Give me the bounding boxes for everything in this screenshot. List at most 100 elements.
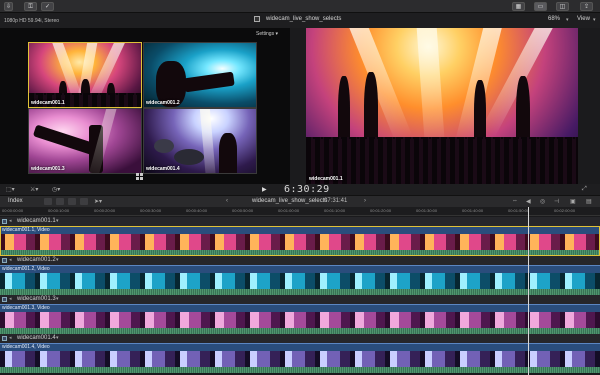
ruler-tick: 00:00:20:00 (94, 208, 116, 213)
key-icon: ⚿ (28, 3, 33, 10)
audio-waveform (0, 367, 600, 373)
main-viewer-label: widecam001.1 (309, 176, 343, 182)
video-clip[interactable]: widecam001.1, Video (0, 226, 600, 256)
inspector-layout-button[interactable]: ◫ (556, 2, 569, 11)
done-button[interactable]: ✓ (41, 2, 54, 11)
track-header[interactable]: ◂ widecam001.2 ▾ (0, 256, 600, 265)
index-button[interactable]: Index (8, 198, 23, 204)
video-clip[interactable]: widecam001.3, Video (0, 304, 600, 334)
timeline-ruler[interactable]: 00:00:00:00 00:00:10:00 00:00:20:00 00:0… (0, 207, 600, 216)
import-button[interactable]: ⇩ (4, 2, 13, 11)
track-header[interactable]: ◂ widecam001.4 ▾ (0, 334, 600, 343)
clip-name: widecam001.1, Video (2, 227, 50, 233)
ruler-tick: 00:01:20:00 (370, 208, 392, 213)
toolbar: ⇩ ⚿ ✓ ▦ ▭ ◫ ⇪ (0, 0, 600, 13)
track-enable-checkbox[interactable] (2, 258, 7, 263)
enhance-icon[interactable]: ⚔▾ (30, 186, 38, 193)
overwrite-clip-button[interactable] (80, 198, 88, 205)
angle-4[interactable]: widecam001.4 (143, 108, 257, 174)
play-icon[interactable]: ▶ (262, 186, 267, 193)
chevron-down-icon[interactable]: ▾ (56, 296, 59, 302)
share-icon: ⇪ (583, 3, 590, 10)
ruler-tick: 00:00:00:00 (2, 208, 24, 213)
angle-3[interactable]: widecam001.3 (28, 108, 142, 174)
angle-2[interactable]: widecam001.2 (143, 42, 257, 108)
zoom-chevron-down-icon[interactable]: ▾ (566, 17, 569, 23)
check-icon: ✓ (44, 3, 51, 10)
timecode-display[interactable]: 6:30:29 (284, 184, 330, 195)
clapper-icon (254, 16, 260, 22)
angle-1-label: widecam001.1 (31, 100, 65, 106)
viewer-layout-button[interactable]: ▭ (534, 2, 547, 11)
clip-filmstrip (0, 351, 600, 367)
forward-chevron-icon[interactable]: › (364, 198, 366, 204)
view-chevron-down-icon[interactable]: ▾ (593, 17, 596, 23)
clip-filmstrip (0, 273, 600, 289)
ruler-tick: 00:00:10:00 (48, 208, 70, 213)
angle-settings-menu[interactable]: Settings ▾ (256, 31, 278, 37)
share-button[interactable]: ⇪ (580, 2, 593, 11)
keyword-button[interactable]: ⚿ (24, 2, 37, 11)
zoom-menu[interactable]: 68% (548, 16, 560, 22)
track-name: widecam001.4 (17, 335, 56, 341)
angle-4-image (144, 109, 256, 173)
angle-2-image (144, 43, 256, 107)
angle-4-label: widecam001.4 (146, 166, 180, 172)
back-chevron-icon[interactable]: ‹ (226, 198, 228, 204)
viewer-right-margin (578, 28, 600, 184)
angle-2-label: widecam001.2 (146, 100, 180, 106)
insert-clip-button[interactable] (56, 198, 64, 205)
track-name: widecam001.3 (17, 296, 56, 302)
ruler-tick: 00:01:50:00 (508, 208, 530, 213)
effects-browser-icon[interactable]: ▤ (586, 198, 592, 205)
select-tool-icon[interactable]: ➤▾ (94, 198, 102, 205)
skimming-icon[interactable]: ⇔ (512, 198, 518, 204)
append-clip-button[interactable] (68, 198, 76, 205)
ruler-tick: 00:01:10:00 (324, 208, 346, 213)
fullscreen-icon[interactable]: ⤢ (582, 186, 587, 193)
viewer-header: 1080p HD 59.94i, Stereo widecam_live_sho… (0, 13, 600, 28)
viewer-divider (290, 28, 306, 184)
track-enable-checkbox[interactable] (2, 219, 7, 224)
speaker-icon[interactable]: ◂ (9, 296, 12, 302)
format-label: 1080p HD 59.94i, Stereo (4, 18, 60, 24)
angle-viewer: Settings ▾ widecam001.1 widecam001.2 wid… (0, 28, 290, 184)
clip-filmstrip (0, 312, 600, 328)
ruler-tick: 00:01:30:00 (416, 208, 438, 213)
view-menu[interactable]: View (577, 16, 590, 22)
connect-clip-button[interactable] (44, 198, 52, 205)
angle-grid-icon[interactable] (136, 173, 144, 181)
speaker-icon[interactable]: ◂ (9, 257, 12, 263)
track-name: widecam001.1 (17, 218, 56, 224)
clip-name: widecam001.2, Video (2, 266, 50, 272)
project-title: widecam_live_show_selects (266, 16, 342, 22)
video-clip[interactable]: widecam001.4, Video (0, 343, 600, 373)
track-name: widecam001.2 (17, 257, 56, 263)
chevron-down-icon[interactable]: ▾ (56, 335, 59, 341)
browser-layout-button[interactable]: ▦ (512, 2, 525, 11)
chevron-down-icon[interactable]: ▾ (56, 218, 59, 224)
import-icon: ⇩ (5, 3, 12, 10)
clip-appearance-icon[interactable]: ▣ (570, 198, 576, 205)
track-header[interactable]: ◂ widecam001.1 ▾ (0, 217, 600, 226)
ruler-tick: 00:00:30:00 (140, 208, 162, 213)
chevron-down-icon[interactable]: ▾ (56, 257, 59, 263)
clip-name: widecam001.3, Video (2, 305, 50, 311)
solo-icon[interactable]: ◎ (540, 198, 545, 205)
ruler-tick: 00:02:00:00 (554, 208, 576, 213)
track-header[interactable]: ◂ widecam001.3 ▾ (0, 295, 600, 304)
track-enable-checkbox[interactable] (2, 336, 7, 341)
video-clip[interactable]: widecam001.2, Video (0, 265, 600, 295)
speaker-icon[interactable]: ◂ (9, 335, 12, 341)
speaker-icon[interactable]: ◂ (9, 218, 12, 224)
angle-3-label: widecam001.3 (31, 166, 65, 172)
snapping-icon[interactable]: ⊣ (554, 198, 559, 205)
audio-skimming-icon[interactable]: ◀ (526, 198, 531, 205)
transform-icon[interactable]: ⬚▾ (6, 186, 15, 193)
main-viewer[interactable]: widecam001.1 (306, 28, 578, 184)
playhead[interactable] (528, 207, 529, 375)
angle-1[interactable]: widecam001.1 (28, 42, 142, 108)
track-enable-checkbox[interactable] (2, 297, 7, 302)
speed-icon[interactable]: ◷▾ (52, 186, 60, 193)
ruler-tick: 00:00:40:00 (186, 208, 208, 213)
